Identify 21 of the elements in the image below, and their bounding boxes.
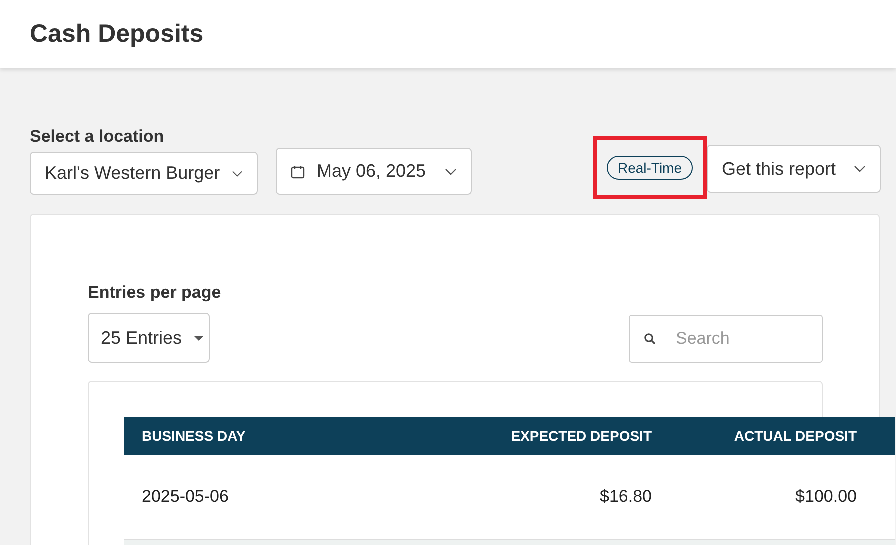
entries-label: Entries per page — [88, 283, 222, 303]
page-title: Cash Deposits — [30, 20, 204, 48]
search-field[interactable]: Search — [629, 315, 823, 363]
location-dropdown[interactable]: Karl's Western Burger — [30, 152, 258, 195]
report-dropdown[interactable]: Get this report — [707, 145, 881, 193]
search-icon — [644, 333, 656, 345]
location-label: Select a location — [30, 127, 166, 147]
chevron-down-icon — [854, 165, 866, 173]
table-cell-text: $16.80 — [599, 486, 653, 508]
chevron-down-icon — [232, 170, 243, 178]
realtime-badge: Real-Time — [606, 156, 693, 180]
date-picker[interactable]: May 06, 2025 — [276, 148, 472, 195]
column-header: ACTUAL DEPOSIT — [733, 427, 858, 446]
caret-icon — [194, 336, 204, 340]
column-header: EXPECTED DEPOSIT — [510, 427, 653, 446]
table-cell-text: 2025-05-06 — [141, 486, 230, 508]
calendar-icon — [291, 164, 305, 178]
chevron-down-icon — [445, 168, 457, 176]
column-header: BUSINESS DAY — [141, 427, 247, 446]
table-cell-text: $100.00 — [794, 486, 858, 508]
entries-dropdown[interactable]: 25 Entries — [88, 313, 210, 363]
